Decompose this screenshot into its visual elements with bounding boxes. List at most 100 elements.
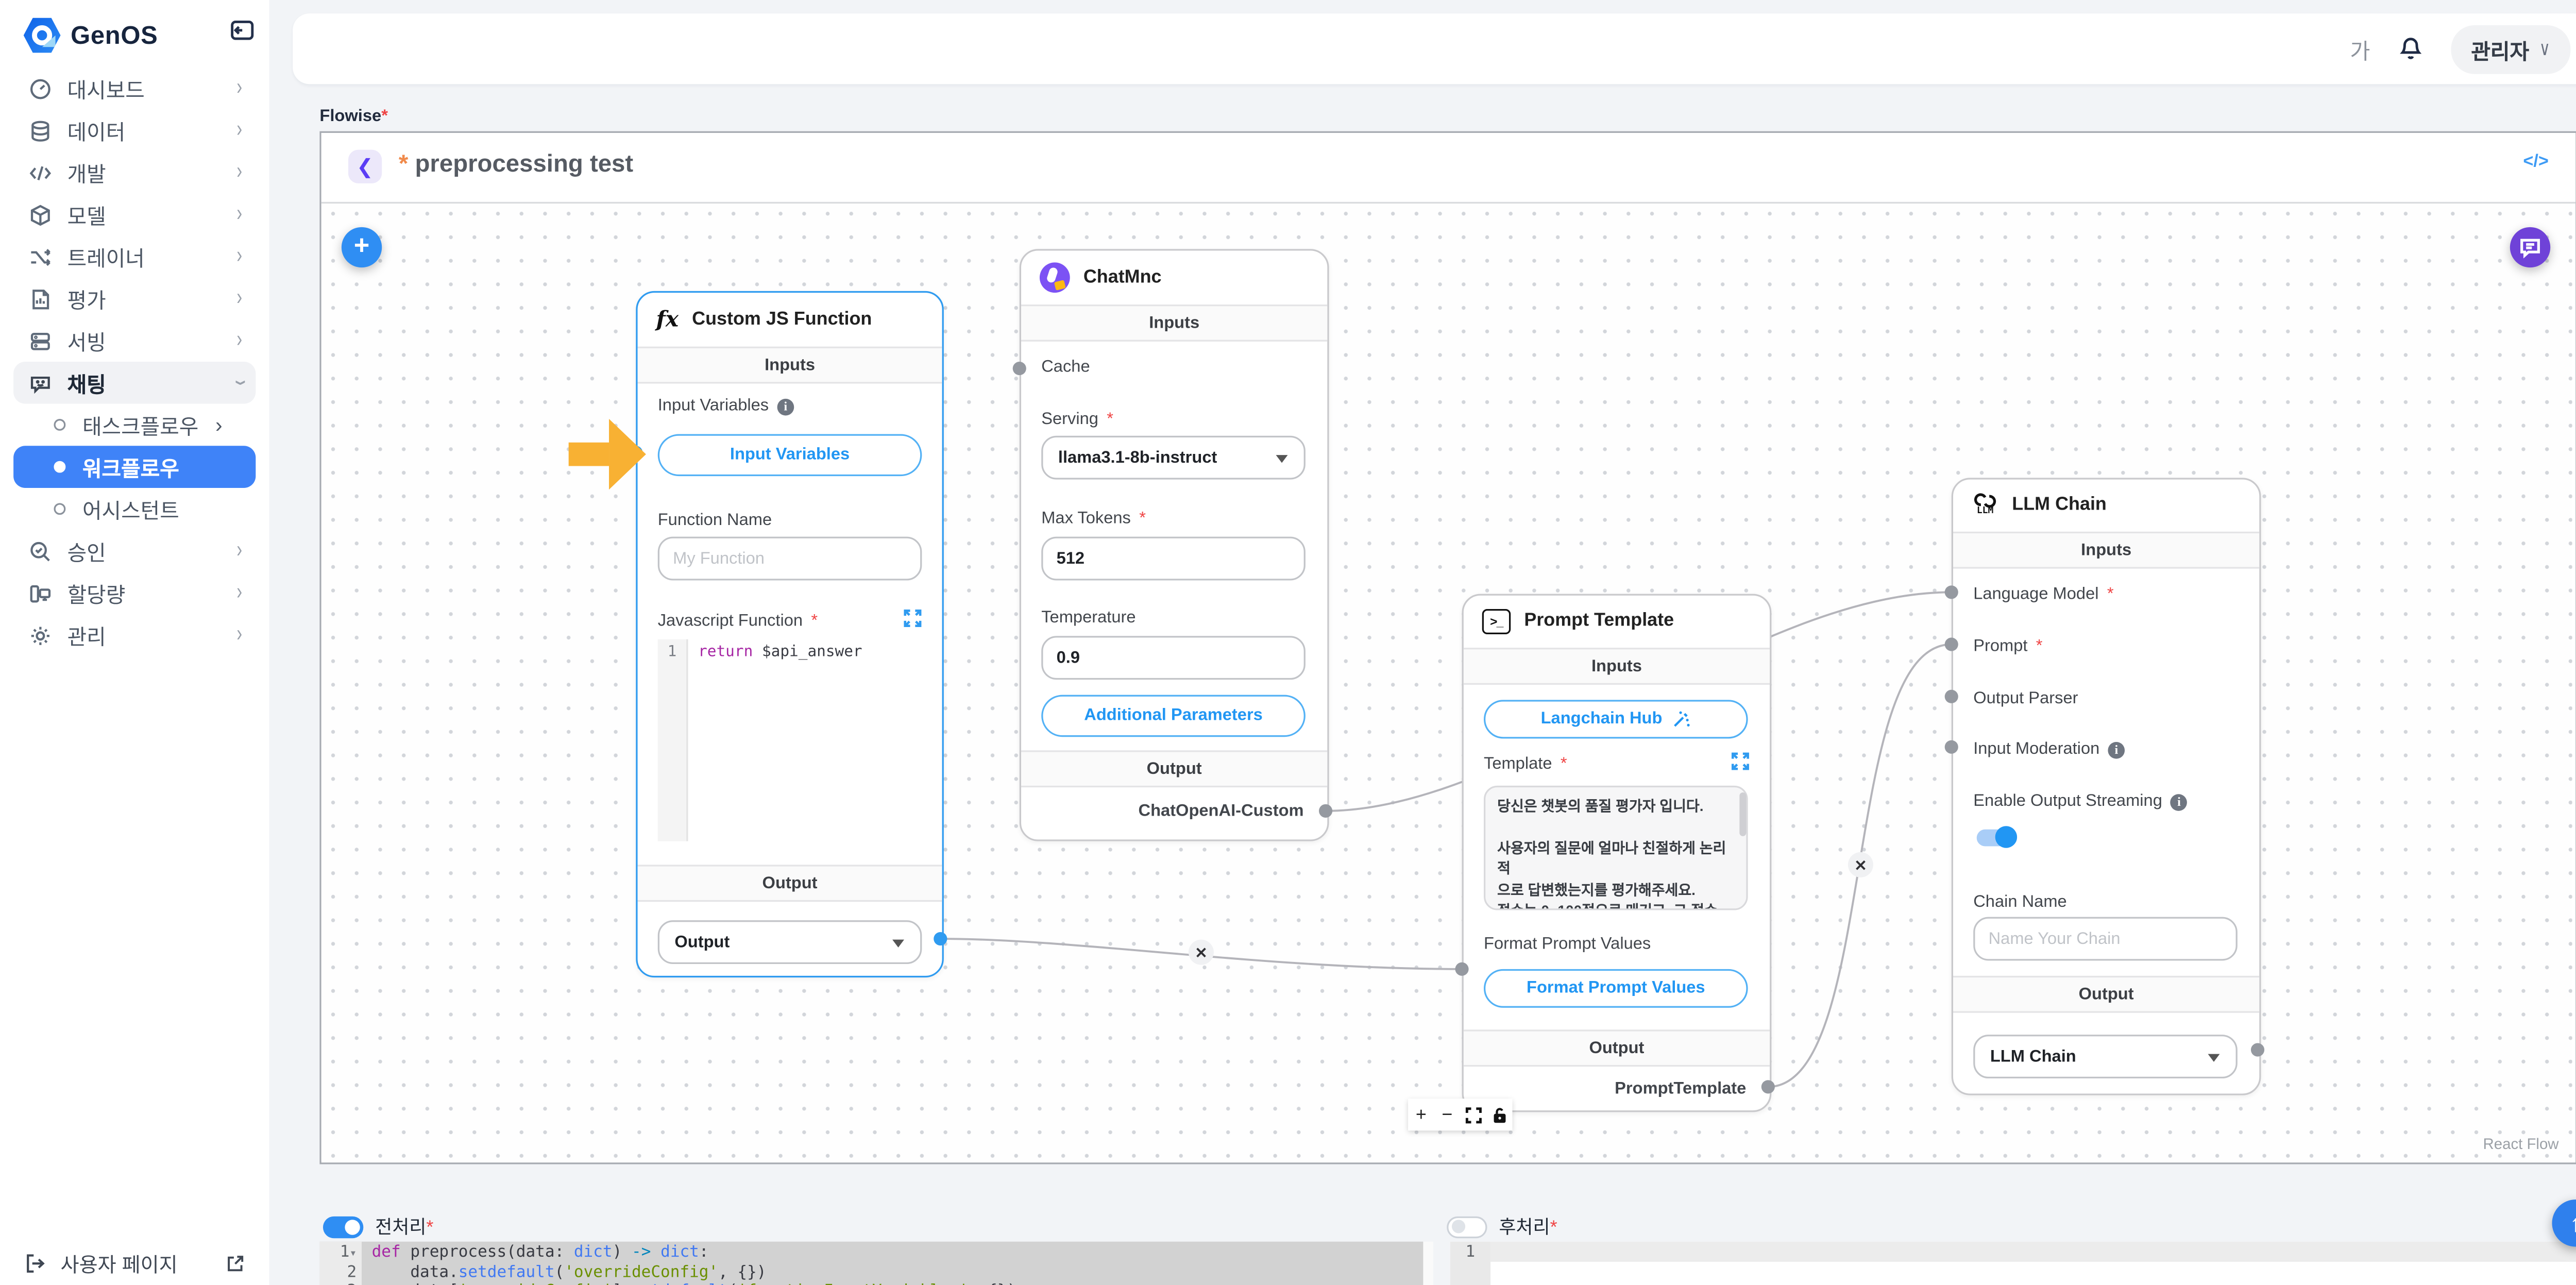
output-section-header: Output (1464, 1029, 1770, 1067)
handle-input-moderation-input[interactable] (1945, 740, 1958, 754)
canvas-toolbar: + − (1408, 1098, 1512, 1130)
sidebar-item-label: 트레이너 (67, 241, 145, 273)
sidebar-subitem-taskflow[interactable]: 태스크플로우 › (13, 404, 256, 446)
node-chatmnc[interactable]: ChatMnc Inputs Cache Serving* llama3.1-8… (1020, 249, 1329, 841)
postprocess-code-editor[interactable]: 1 (1450, 1242, 2576, 1285)
sidebar-item-approval[interactable]: 승인 › (13, 530, 256, 572)
prompt-label: Prompt* (1973, 638, 2042, 656)
format-prompt-values-button[interactable]: Format Prompt Values (1484, 969, 1748, 1008)
serving-select[interactable]: llama3.1-8b-instruct▼ (1041, 436, 1306, 480)
sidebar-item-data[interactable]: 데이터 › (13, 109, 256, 151)
external-link-icon (226, 1254, 246, 1274)
sidebar-item-dashboard[interactable]: 대시보드 › (13, 67, 256, 110)
sidebar-nav: 대시보드 › 데이터 › 개발 › 모델 › (0, 67, 269, 656)
js-code-editor[interactable]: 1 return $api_answer (658, 639, 922, 841)
search-check-icon (27, 538, 52, 564)
info-icon: i (2171, 793, 2188, 810)
logo-text: GenOS (71, 21, 158, 50)
sidebar-subitem-workflow[interactable]: 워크플로우 (13, 446, 256, 488)
preprocess-toggle[interactable] (323, 1215, 363, 1237)
chat-button[interactable] (2510, 227, 2550, 267)
handle-chatmnc-output[interactable] (1319, 804, 1332, 818)
sidebar-subitem-assistant[interactable]: 어시스턴트 (13, 488, 256, 530)
caret-down-icon: ▼ (1272, 450, 1292, 465)
llm-chain-output-select[interactable]: LLM Chain▼ (1973, 1035, 2238, 1078)
max-tokens-label: Max Tokens* (1041, 510, 1146, 528)
llm-chain-icon: LLM (1972, 493, 1998, 517)
back-button[interactable]: ❮ (348, 150, 382, 183)
node-llm-chain[interactable]: LLM LLM Chain Inputs Language Model* Pro… (1952, 478, 2261, 1095)
output-select[interactable]: Output▼ (658, 920, 922, 964)
add-node-button[interactable]: + (342, 227, 382, 267)
output-section-header: Output (1021, 750, 1327, 787)
edge-delete-button[interactable]: ✕ (1848, 852, 1873, 877)
edge-delete-button[interactable]: ✕ (1189, 940, 1214, 965)
sidebar-item-quota[interactable]: 할당량 › (13, 572, 256, 614)
sidebar-item-eval[interactable]: 평가 › (13, 278, 256, 320)
postprocess-header: 후처리* (1447, 1213, 1557, 1240)
langchain-hub-button[interactable]: Langchain Hub (1484, 700, 1748, 738)
temperature-input[interactable] (1041, 636, 1306, 680)
sidebar-item-model[interactable]: 모델 › (13, 194, 256, 236)
chain-name-input[interactable] (1973, 917, 2238, 961)
magic-wand-icon (1671, 709, 1691, 729)
user-page-icon (24, 1252, 47, 1275)
chat-bubble-icon (27, 370, 52, 395)
info-icon: i (2108, 741, 2125, 758)
scroll-to-top-button[interactable]: ↑ (2552, 1199, 2576, 1246)
sidebar-item-dev[interactable]: 개발 › (13, 151, 256, 194)
chevron-right-icon: › (236, 328, 242, 353)
sidebar-item-label: 대시보드 (67, 72, 145, 104)
max-tokens-input[interactable] (1041, 537, 1306, 581)
expand-icon[interactable] (903, 609, 922, 628)
function-name-input[interactable] (658, 537, 922, 581)
sidebar-item-admin[interactable]: 관리 › (13, 614, 256, 656)
input-variables-button[interactable]: Input Variables (658, 434, 922, 476)
profile-menu[interactable]: 관리자 ∨ (2451, 24, 2570, 73)
sidebar-collapse-icon[interactable] (229, 17, 256, 44)
fit-view-button[interactable] (1460, 1098, 1486, 1130)
expand-icon[interactable] (1731, 752, 1750, 771)
serving-label: Serving* (1041, 411, 1113, 429)
handle-output-parser-input[interactable] (1945, 690, 1958, 703)
template-textarea[interactable]: 당신은 챗봇의 품질 평가자 입니다. 사용자의 질문에 얼마나 친절하게 논리… (1484, 786, 1748, 910)
lock-button[interactable] (1486, 1098, 1513, 1130)
bell-icon[interactable] (2397, 36, 2424, 62)
additional-parameters-button[interactable]: Additional Parameters (1041, 695, 1306, 737)
handle-prompt-template-output[interactable] (1761, 1080, 1775, 1093)
sidebar-footer-user-page[interactable]: 사용자 페이지 (24, 1248, 246, 1279)
handle-prompt-input[interactable] (1945, 638, 1958, 651)
zoom-out-button[interactable]: − (1434, 1098, 1461, 1130)
node-custom-js-function[interactable]: fx Custom JS Function Inputs Input Varia… (636, 291, 944, 977)
chevron-right-icon: › (215, 413, 223, 437)
code-export-button[interactable]: </> (2523, 151, 2549, 172)
editor-scrollbar[interactable] (1423, 1242, 1433, 1285)
enable-output-streaming-label: Enable Output Streaming i (1973, 792, 2188, 811)
info-icon: i (777, 398, 794, 415)
handle-format-values-input[interactable] (1455, 962, 1468, 976)
preprocess-code-editor[interactable]: 1▾ 2 3 def preprocess(data: dict) -> dic… (319, 1242, 1423, 1285)
postprocess-toggle[interactable] (1447, 1215, 1487, 1237)
shuffle-icon (27, 244, 52, 269)
caret-down-icon: ▼ (888, 935, 908, 950)
handle-cjs-output[interactable] (934, 932, 947, 945)
handle-cache-input[interactable] (1013, 362, 1026, 375)
font-size-toggle[interactable]: 가 (2350, 33, 2370, 65)
inputs-section-header: Inputs (1953, 532, 2259, 569)
sidebar-footer-label: 사용자 페이지 (61, 1249, 178, 1278)
handle-language-model-input[interactable] (1945, 585, 1958, 599)
cache-label: Cache (1041, 359, 1090, 377)
node-prompt-template[interactable]: >_ Prompt Template Inputs Langchain Hub … (1462, 594, 1772, 1112)
sidebar-item-trainer[interactable]: 트레이너 › (13, 235, 256, 278)
sidebar-subitem-label: 어시스턴트 (82, 493, 179, 525)
sidebar-item-chat[interactable]: 채팅 › (13, 362, 256, 404)
flow-canvas[interactable]: ✕ ✕ + fx Custom JS Function Inputs (321, 202, 2572, 1161)
output-streaming-toggle[interactable] (1977, 828, 2017, 848)
logo[interactable]: GenOS (24, 13, 259, 57)
handle-llm-chain-output[interactable] (2251, 1043, 2264, 1056)
zoom-in-button[interactable]: + (1408, 1098, 1434, 1130)
sidebar-item-serving[interactable]: 서빙 › (13, 319, 256, 362)
inputs-section-header: Inputs (638, 347, 942, 384)
textarea-scrollbar[interactable] (1739, 792, 1746, 836)
chevron-right-icon: › (236, 75, 242, 101)
